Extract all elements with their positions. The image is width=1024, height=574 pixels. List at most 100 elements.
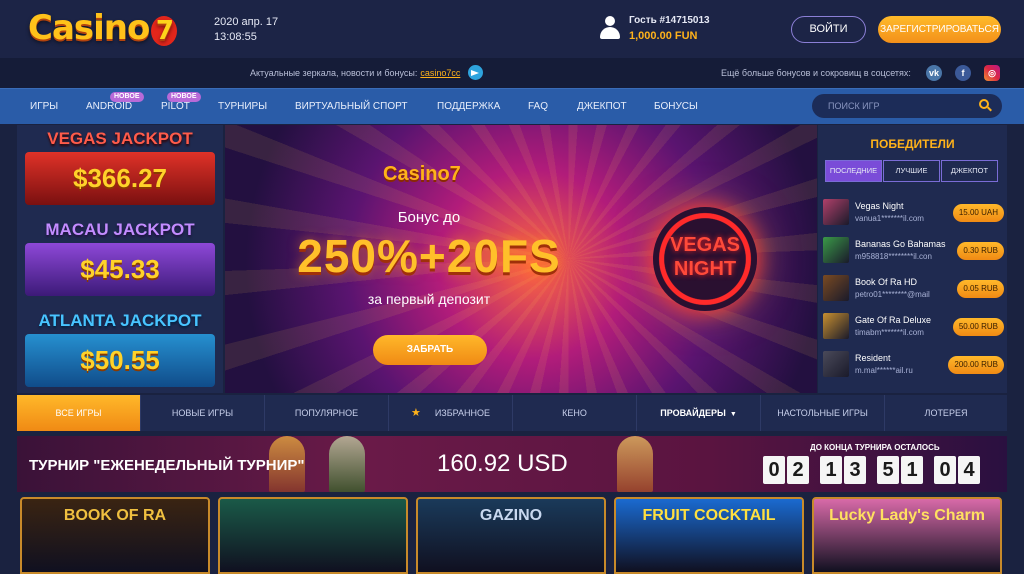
- jackpot-vegas[interactable]: VEGAS JACKPOT $366.27: [17, 125, 223, 215]
- banner-bonus-label: Бонус до: [397, 209, 461, 226]
- winner-user: m.mal******ail.ru: [855, 366, 913, 375]
- countdown-digit: 5: [877, 456, 899, 484]
- countdown-digit: 3: [844, 456, 866, 484]
- game-title: FRUIT COCKTAIL: [642, 507, 776, 524]
- jackpot-title: VEGAS JACKPOT: [47, 129, 193, 148]
- jackpot-macau[interactable]: MACAU JACKPOT $45.33: [17, 216, 223, 306]
- winner-game: Vegas Night: [855, 201, 904, 211]
- caret-down-icon: ▼: [729, 411, 737, 418]
- game-card[interactable]: GAZINO: [416, 497, 606, 574]
- countdown-unit: 04секунд: [934, 456, 984, 484]
- user-icon: [598, 16, 622, 40]
- countdown-unit: 13часов: [820, 456, 870, 484]
- winner-amount: 50.00 RUB: [952, 318, 1004, 336]
- claim-button[interactable]: ЗАБРАТЬ: [373, 335, 487, 365]
- datetime: 2020 апр. 17 13:08:55: [214, 15, 278, 45]
- winner-row[interactable]: Vegas Night vanua1*******il.com 15.00 UAH: [823, 194, 1007, 230]
- game-title: Lucky Lady's Charm: [829, 507, 985, 524]
- logo-text: Casino: [28, 8, 150, 48]
- facebook-icon[interactable]: f: [955, 65, 971, 81]
- nav-item-jackpot[interactable]: ДЖЕКПОТ: [577, 101, 627, 112]
- tournament-banner[interactable]: ТУРНИР "ЕЖЕНЕДЕЛЬНЫЙ ТУРНИР" 160.92 USD …: [17, 436, 1007, 492]
- winner-game: Resident: [855, 353, 891, 363]
- nav-item-support[interactable]: ПОДДЕРЖКА: [437, 101, 500, 112]
- vk-icon[interactable]: vk: [926, 65, 942, 81]
- search-box: [812, 94, 1002, 118]
- games-grid: BOOK OF RA GAZINO FRUIT COCKTAIL Lucky Lady…: [17, 497, 1007, 574]
- nav-item-faq[interactable]: FAQ: [528, 101, 548, 112]
- countdown-unit: 02дней: [763, 456, 813, 484]
- register-button[interactable]: ЗАРЕГИСТРИРОВАТЬСЯ: [878, 16, 1001, 43]
- mirror-text: Актуальные зеркала, новости и бонусы: cas…: [250, 68, 461, 78]
- promo-banner[interactable]: Casino7 Бонус до 250%+20FS за первый деп…: [225, 125, 817, 393]
- countdown-digit: 1: [901, 456, 923, 484]
- game-thumbnail: [823, 275, 849, 301]
- tab-lottery[interactable]: ЛОТЕРЕЯ: [885, 395, 1007, 431]
- winner-amount: 15.00 UAH: [952, 204, 1004, 222]
- game-card[interactable]: [218, 497, 408, 574]
- banner-logo: Casino7: [383, 163, 461, 185]
- countdown-digit: 1: [820, 456, 842, 484]
- nav-item-pilot[interactable]: НОВОЕ PILOT: [161, 92, 201, 112]
- winner-game: Bananas Go Bahamas: [855, 239, 946, 249]
- game-card[interactable]: BOOK OF RA: [20, 497, 210, 574]
- instagram-icon[interactable]: ◎: [984, 65, 1000, 81]
- search-input[interactable]: [828, 98, 968, 114]
- login-button[interactable]: ВОЙТИ: [791, 16, 866, 43]
- jackpot-amount: $366.27: [25, 152, 215, 205]
- game-card[interactable]: Lucky Lady's Charm: [812, 497, 1002, 574]
- winner-game: Gate Of Ra Deluxe: [855, 315, 932, 325]
- winner-game: Book Of Ra HD: [855, 277, 918, 287]
- search-icon[interactable]: [979, 99, 993, 113]
- winners-title: ПОБЕДИТЕЛИ: [870, 137, 955, 151]
- nav-item-android[interactable]: НОВОЕ ANDROID: [86, 92, 144, 112]
- tab-keno[interactable]: КЕНО: [513, 395, 637, 431]
- tab-latest[interactable]: ПОСЛЕДНИЕ: [825, 160, 882, 182]
- winner-amount: 0.30 RUB: [957, 242, 1004, 260]
- tab-providers[interactable]: ПРОВАЙДЕРЫ ▼: [637, 395, 761, 431]
- countdown-digit: 2: [787, 456, 809, 484]
- nav-item-games[interactable]: ИГРЫ: [30, 101, 58, 112]
- tournament-figure: [617, 436, 653, 492]
- tab-table-games[interactable]: НАСТОЛЬНЫЕ ИГРЫ: [761, 395, 885, 431]
- nav-item-bonuses[interactable]: БОНУСЫ: [654, 101, 698, 112]
- winner-user: vanua1*******il.com: [855, 214, 924, 223]
- countdown-label: ДО КОНЦА ТУРНИРА ОСТАЛОСЬ: [810, 443, 940, 452]
- tab-best[interactable]: ЛУЧШИЕ: [883, 160, 940, 182]
- winner-user: petro01********@mail: [855, 290, 930, 299]
- logo-seven: 7: [151, 16, 178, 46]
- winner-amount: 0.05 RUB: [957, 280, 1004, 298]
- tournament-title: ТУРНИР "ЕЖЕНЕДЕЛЬНЫЙ ТУРНИР": [29, 457, 305, 474]
- jackpots-panel: VEGAS JACKPOT $366.27 MACAU JACKPOT $45.…: [17, 125, 223, 393]
- jackpot-atlanta[interactable]: ATLANTA JACKPOT $50.55: [17, 307, 223, 397]
- user-balance: 1,000.00 FUN: [629, 30, 698, 42]
- vegas-night-badge: VEGAS NIGHT: [653, 207, 757, 311]
- tab-jackpot[interactable]: ДЖЕКПОТ: [941, 160, 998, 182]
- nav-item-tournaments[interactable]: ТУРНИРЫ: [218, 101, 267, 112]
- jackpot-title: ATLANTA JACKPOT: [38, 311, 202, 330]
- winner-row[interactable]: Resident m.mal******ail.ru 200.00 RUB: [823, 346, 1007, 382]
- mirror-link[interactable]: casino7cc: [420, 68, 460, 78]
- jackpot-title: MACAU JACKPOT: [45, 220, 195, 239]
- tab-popular[interactable]: ПОПУЛЯРНОЕ: [265, 395, 389, 431]
- winner-row[interactable]: Bananas Go Bahamas m958818********il.con 0…: [823, 232, 1007, 268]
- countdown-digit: 0: [763, 456, 785, 484]
- winners-panel: ПОБЕДИТЕЛИ ПОСЛЕДНИЕ ЛУЧШИЕ ДЖЕКПОТ Vega…: [818, 125, 1007, 393]
- game-card[interactable]: FRUIT COCKTAIL: [614, 497, 804, 574]
- tab-new-games[interactable]: НОВЫЕ ИГРЫ: [141, 395, 265, 431]
- mirror-bar: Актуальные зеркала, новости и бонусы: cas…: [0, 58, 1024, 88]
- winner-row[interactable]: Gate Of Ra Deluxe timabm*******il.com 50.0…: [823, 308, 1007, 344]
- winner-user: timabm*******il.com: [855, 328, 924, 337]
- countdown-unit: 51минут: [877, 456, 927, 484]
- tab-all-games[interactable]: ВСЕ ИГРЫ: [17, 395, 141, 431]
- logo[interactable]: Casino 7: [28, 8, 178, 48]
- nav-item-virtual-sport[interactable]: ВИРТУАЛЬНЫЙ СПОРТ: [295, 101, 407, 112]
- game-thumbnail: [823, 199, 849, 225]
- winner-amount: 200.00 RUB: [948, 356, 1004, 374]
- winner-row[interactable]: Book Of Ra HD petro01********@mail 0.05 RU…: [823, 270, 1007, 306]
- user-name: Гость #14715013: [629, 15, 710, 26]
- telegram-icon[interactable]: [468, 65, 483, 80]
- header: Casino 7 2020 апр. 17 13:08:55 Гость #147…: [0, 0, 1024, 58]
- game-thumbnail: [823, 313, 849, 339]
- tab-favorites[interactable]: ★ ИЗБРАННОЕ: [389, 395, 513, 431]
